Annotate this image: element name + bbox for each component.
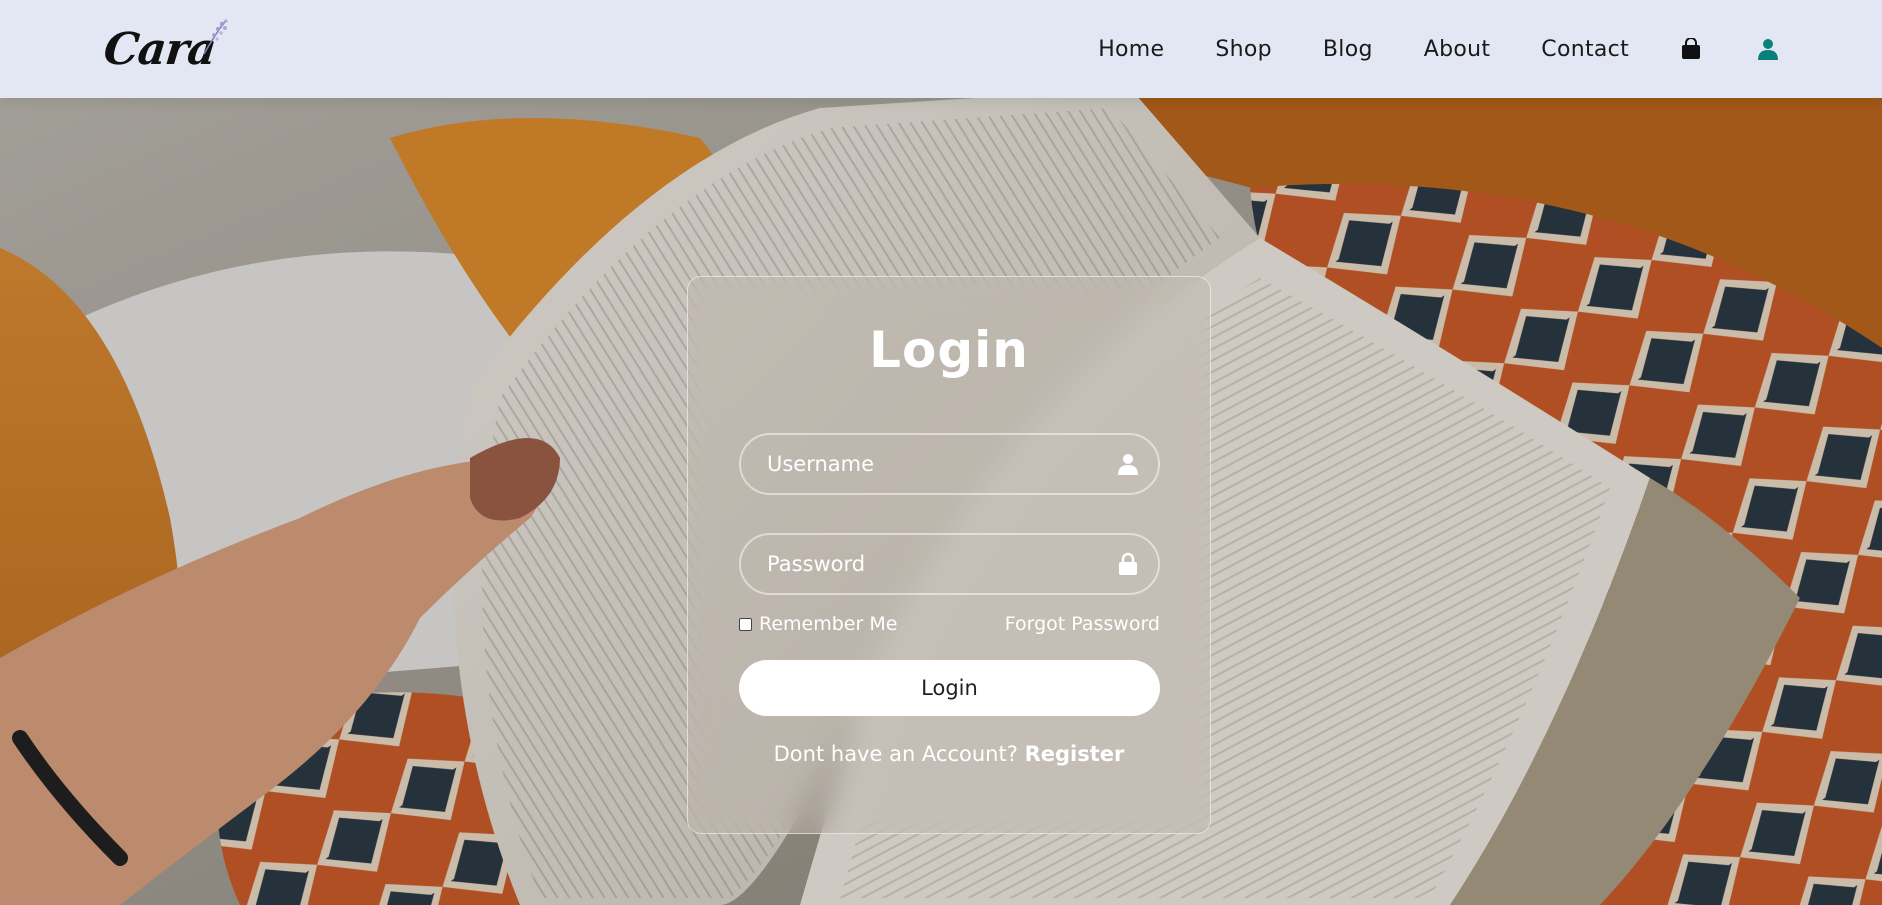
login-title: Login <box>869 321 1029 379</box>
lock-icon <box>1098 552 1158 576</box>
user-account-icon[interactable] <box>1758 38 1778 60</box>
nav-contact[interactable]: Contact <box>1541 37 1629 62</box>
register-prompt-line: Dont have an Account? Register <box>688 742 1210 766</box>
lavender-sprig-icon <box>203 18 228 54</box>
shopping-bag-icon[interactable] <box>1681 38 1701 60</box>
nav-home[interactable]: Home <box>1098 37 1164 62</box>
register-prompt: Dont have an Account? <box>773 742 1018 766</box>
username-field[interactable] <box>739 433 1160 495</box>
register-link[interactable]: Register <box>1025 742 1125 766</box>
nav-about[interactable]: About <box>1424 37 1491 62</box>
password-input[interactable] <box>741 535 1098 593</box>
remember-me[interactable]: Remember Me <box>739 613 897 635</box>
remember-label: Remember Me <box>759 613 898 635</box>
password-field[interactable] <box>739 533 1160 595</box>
remember-checkbox[interactable] <box>739 617 752 631</box>
site-header: Cara Home Shop Blog About Contact <box>0 0 1882 98</box>
nav-shop[interactable]: Shop <box>1215 37 1272 62</box>
nav-blog[interactable]: Blog <box>1323 37 1373 62</box>
login-button[interactable]: Login <box>739 660 1160 716</box>
login-options-row: Remember Me Forgot Password <box>739 613 1160 635</box>
login-card: Login Remember Me Forgot Password Login … <box>687 276 1211 834</box>
forgot-password-link[interactable]: Forgot Password <box>1005 613 1160 635</box>
username-input[interactable] <box>741 435 1098 493</box>
main-nav: Home Shop Blog About Contact <box>1098 37 1778 62</box>
user-icon <box>1098 453 1158 475</box>
brand-logo[interactable]: Cara <box>101 18 228 75</box>
